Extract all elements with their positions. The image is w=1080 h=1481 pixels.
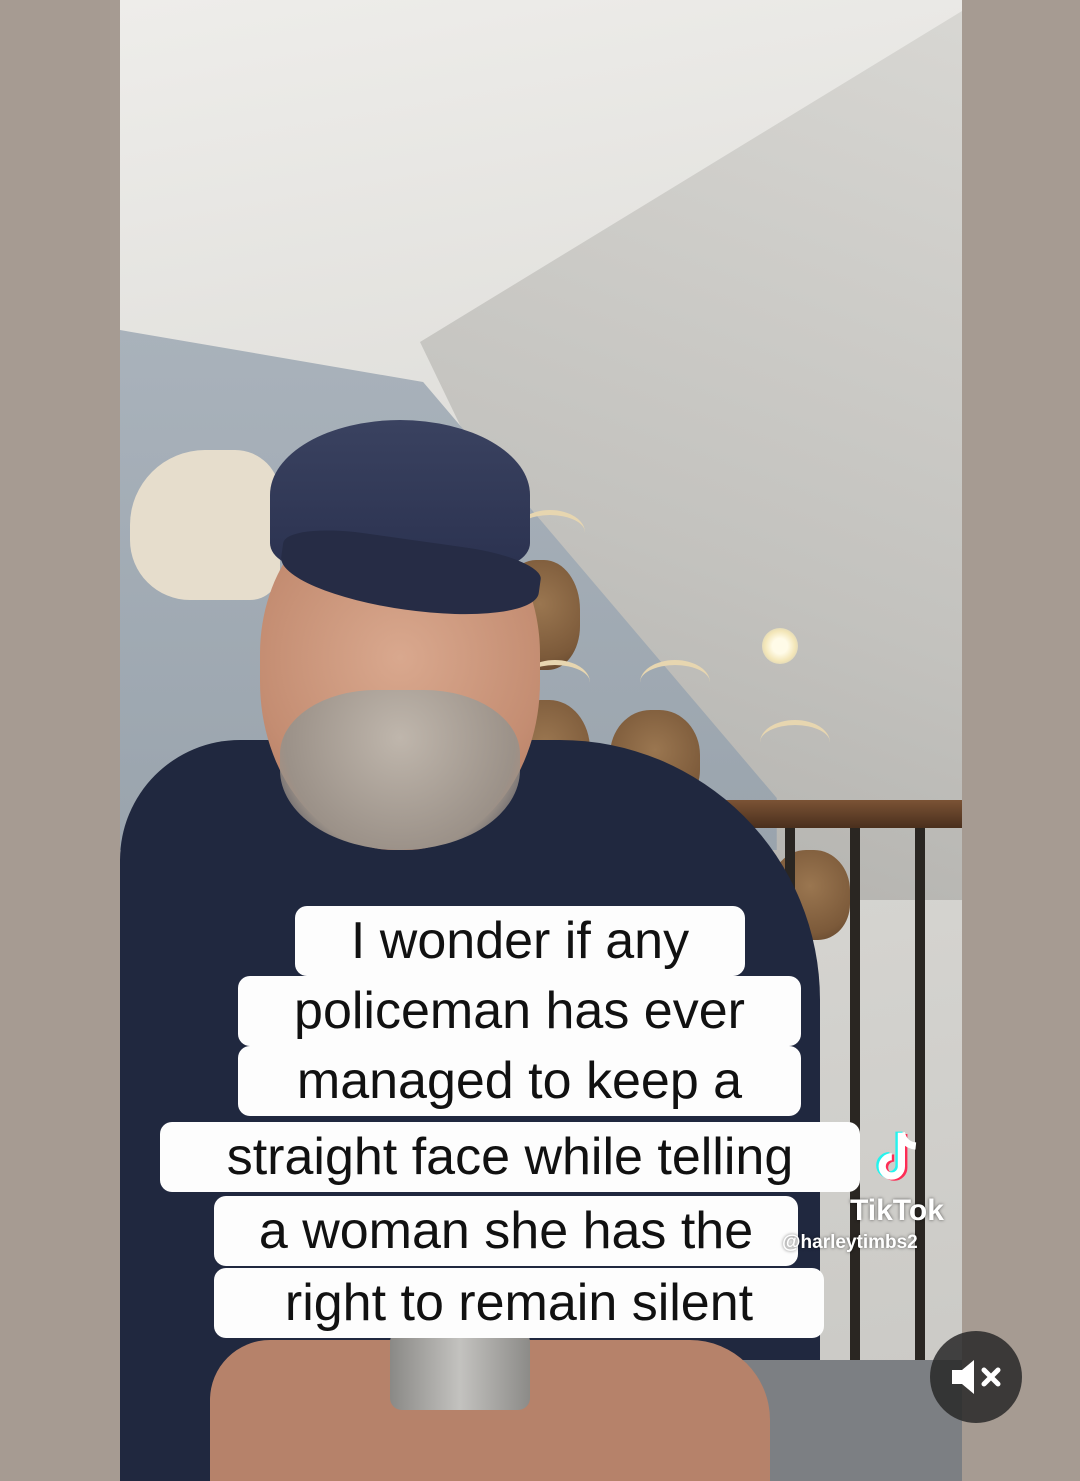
video-frame[interactable]: I wonder if any policeman has ever manag… <box>120 0 962 1481</box>
right-letterbox <box>962 0 1080 1481</box>
deer-antler <box>760 720 830 765</box>
ceiling-light <box>762 628 798 664</box>
speaker-muted-icon <box>952 1360 1001 1394</box>
beard <box>280 690 520 850</box>
baluster <box>850 828 860 1388</box>
cap-mesh-back <box>130 450 280 600</box>
tiktok-wordmark: TikTok <box>850 1194 944 1227</box>
baluster <box>915 828 925 1388</box>
left-letterbox <box>0 0 120 1481</box>
creator-username: @harleytimbs2 <box>782 1232 918 1253</box>
unmute-button[interactable] <box>930 1331 1022 1423</box>
tiktok-logo-icon <box>876 1131 917 1181</box>
tumbler-cup <box>390 1330 530 1410</box>
deer-antler <box>640 660 710 705</box>
